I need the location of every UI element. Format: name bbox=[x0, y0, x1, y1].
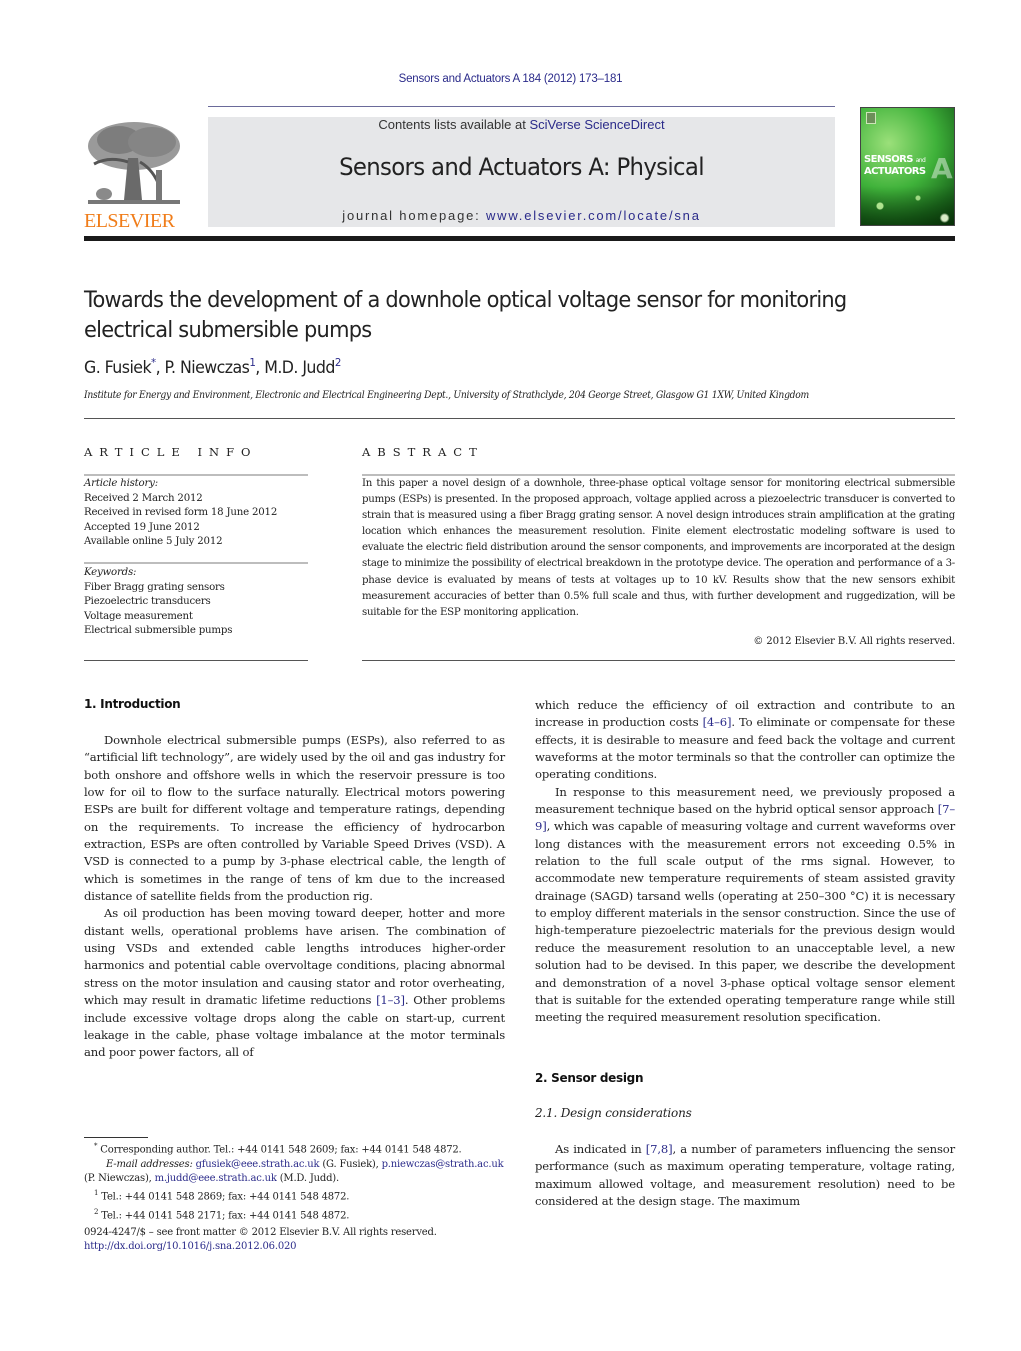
body-right-column-continued: As indicated in [7,8], a number of param… bbox=[535, 1141, 955, 1210]
history-item: Received 2 March 2012 bbox=[84, 492, 203, 504]
keyword-item: Fiber Bragg grating sensors bbox=[84, 581, 225, 593]
journal-homepage: journal homepage: www.elsevier.com/locat… bbox=[208, 208, 835, 223]
section-heading-sensor-design: 2. Sensor design bbox=[535, 1071, 644, 1085]
abstract-text: In this paper a novel design of a downho… bbox=[362, 478, 955, 618]
article-info-rule bbox=[84, 474, 308, 476]
journal-citation[interactable]: Sensors and Actuators A 184 (2012) 173–1… bbox=[0, 73, 1021, 85]
elsevier-tree-icon bbox=[84, 118, 184, 210]
reference-link[interactable]: [7,8] bbox=[646, 1142, 673, 1156]
footnote-emails: E-mail addresses: gfusiek@eee.strath.ac.… bbox=[84, 1158, 504, 1184]
keyword-item: Electrical submersible pumps bbox=[84, 625, 233, 636]
abstract-bottom-rule bbox=[362, 660, 955, 661]
front-matter: 0924-4247/$ – see front matter © 2012 El… bbox=[84, 1226, 514, 1255]
history-item: Accepted 19 June 2012 bbox=[84, 521, 200, 533]
cover-title-line2: ACTUATORS bbox=[864, 166, 926, 177]
contents-availability: Contents lists available at SciVerse Sci… bbox=[208, 117, 835, 132]
paragraph: which reduce the efficiency of oil extra… bbox=[535, 698, 955, 782]
elsevier-wordmark: ELSEVIER bbox=[84, 210, 175, 232]
author-mark[interactable]: 2 bbox=[335, 356, 342, 369]
affiliation: Institute for Energy and Environment, El… bbox=[84, 390, 810, 401]
article-history: Article history: Received 2 March 2012 R… bbox=[84, 477, 314, 550]
article-info-bottom-rule bbox=[84, 660, 308, 661]
reference-link[interactable]: [1–3] bbox=[376, 993, 405, 1007]
paragraph: In response to this measurement need, we… bbox=[535, 784, 955, 1025]
cover-title-line1: SENSORS and bbox=[864, 154, 926, 165]
author-name[interactable]: M.D. Judd bbox=[264, 358, 335, 378]
author-mark[interactable]: 1 bbox=[249, 356, 256, 369]
body-right-column: which reduce the efficiency of oil extra… bbox=[535, 697, 955, 1027]
keywords-label: Keywords: bbox=[84, 567, 137, 578]
paragraph: As oil production has been moving toward… bbox=[84, 906, 505, 1060]
contents-prefix: Contents lists available at bbox=[378, 117, 530, 132]
issn-copyright: 0924-4247/$ – see front matter © 2012 El… bbox=[84, 1227, 437, 1238]
cover-publisher-icon bbox=[866, 112, 876, 124]
subsection-heading-design-considerations: 2.1. Design considerations bbox=[535, 1106, 692, 1120]
header-thick-rule bbox=[84, 236, 955, 241]
journal-banner: Contents lists available at SciVerse Sci… bbox=[208, 117, 835, 227]
footnote-1: 1 Tel.: +44 0141 548 2869; fax: +44 0141… bbox=[94, 1189, 350, 1203]
affiliation-rule bbox=[84, 418, 955, 419]
history-item: Received in revised form 18 June 2012 bbox=[84, 507, 278, 518]
journal-cover[interactable]: SENSORS and ACTUATORS A bbox=[860, 107, 955, 226]
sciencedirect-link[interactable]: SciVerse ScienceDirect bbox=[529, 117, 664, 132]
cover-letter: A bbox=[931, 152, 953, 185]
history-item: Available online 5 July 2012 bbox=[84, 536, 223, 547]
keyword-item: Voltage measurement bbox=[84, 610, 193, 622]
journal-title: Sensors and Actuators A: Physical bbox=[339, 153, 705, 181]
paragraph: Downhole electrical submersible pumps (E… bbox=[84, 733, 505, 904]
homepage-prefix: journal homepage: bbox=[342, 208, 486, 223]
footnote-corresponding: * Corresponding author. Tel.: +44 0141 5… bbox=[94, 1142, 462, 1156]
author-name[interactable]: P. Niewczas bbox=[165, 358, 250, 378]
article-title: Towards the development of a downhole op… bbox=[84, 287, 847, 343]
history-label: Article history: bbox=[84, 478, 158, 489]
author-mark[interactable]: * bbox=[151, 356, 156, 369]
author-list: G. Fusiek*, P. Niewczas1, M.D. Judd2 bbox=[84, 356, 341, 378]
keyword-item: Piezoelectric transducers bbox=[84, 596, 211, 607]
cover-artwork bbox=[861, 186, 954, 225]
homepage-link[interactable]: www.elsevier.com/locate/sna bbox=[486, 208, 701, 223]
footnote-2: 2 Tel.: +44 0141 548 2171; fax: +44 0141… bbox=[94, 1207, 350, 1222]
abstract-heading: ABSTRACT bbox=[362, 445, 484, 459]
header-rule bbox=[208, 106, 835, 107]
email-link[interactable]: m.judd@eee.strath.ac.uk bbox=[155, 1173, 277, 1184]
keywords-rule bbox=[84, 562, 308, 564]
abstract-copyright: © 2012 Elsevier B.V. All rights reserved… bbox=[753, 636, 955, 647]
section-heading-introduction: 1. Introduction bbox=[84, 697, 181, 711]
email-link[interactable]: p.niewczas@strath.ac.uk bbox=[382, 1159, 504, 1170]
doi-link[interactable]: http://dx.doi.org/10.1016/j.sna.2012.06.… bbox=[84, 1240, 514, 1254]
article-info-heading: ARTICLE INFO bbox=[84, 445, 258, 459]
reference-link[interactable]: [4–6] bbox=[703, 715, 732, 729]
body-left-column: Downhole electrical submersible pumps (E… bbox=[84, 732, 505, 1062]
footnote-rule bbox=[84, 1137, 148, 1138]
elsevier-logo[interactable]: ELSEVIER bbox=[84, 118, 186, 232]
keywords: Keywords: Fiber Bragg grating sensors Pi… bbox=[84, 566, 314, 639]
paragraph: As indicated in [7,8], a number of param… bbox=[535, 1142, 955, 1209]
email-link[interactable]: gfusiek@eee.strath.ac.uk bbox=[196, 1159, 320, 1170]
footnotes: * Corresponding author. Tel.: +44 0141 5… bbox=[84, 1139, 514, 1223]
author-name[interactable]: G. Fusiek bbox=[84, 358, 152, 378]
